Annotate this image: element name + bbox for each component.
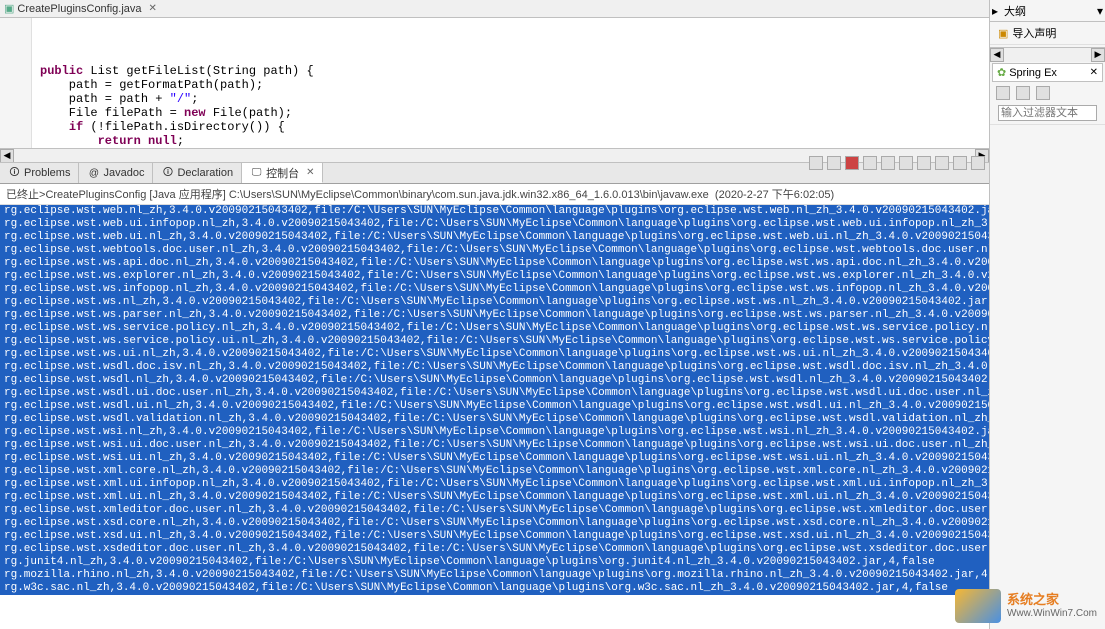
filter-input[interactable] bbox=[998, 105, 1097, 121]
console-line: rg.eclipse.wst.webtools.doc.user.nl_zh,3… bbox=[0, 244, 989, 257]
java-file-icon: ▣ bbox=[4, 2, 14, 15]
editor-tab[interactable]: ▣ CreatePluginsConfig.java ✕ bbox=[4, 2, 157, 15]
code-line: path = getFormatPath(path); bbox=[40, 78, 981, 92]
console-line: rg.eclipse.wst.ws.service.policy.nl_zh,3… bbox=[0, 322, 989, 335]
console-line: rg.eclipse.wst.ws.explorer.nl_zh,3.4.0.v… bbox=[0, 270, 989, 283]
remove-all-icon[interactable] bbox=[827, 156, 841, 170]
console-line: rg.eclipse.wst.xml.ui.infopop.nl_zh,3.4.… bbox=[0, 478, 989, 491]
code-line: if (!filePath.isDirectory()) { bbox=[40, 120, 981, 134]
tab-label: 控制台 bbox=[266, 165, 299, 181]
code-line: File filePath = new File(path); bbox=[40, 106, 981, 120]
console-line: rg.eclipse.wst.xml.core.nl_zh,3.4.0.v200… bbox=[0, 465, 989, 478]
console-line: rg.eclipse.wst.wsi.ui.nl_zh,3.4.0.v20090… bbox=[0, 452, 989, 465]
watermark-logo-icon bbox=[955, 589, 1001, 623]
maximize-icon[interactable] bbox=[971, 156, 985, 170]
terminate-text: CreatePluginsConfig [Java 应用程序] C:\Users… bbox=[45, 186, 708, 202]
watermark: 系统之家 Www.WinWin7.Com bbox=[955, 589, 1097, 623]
display-selected-icon[interactable] bbox=[917, 156, 931, 170]
tab-problems[interactable]: 🛈Problems bbox=[0, 163, 79, 183]
scroll-right-icon[interactable]: ▶ bbox=[1091, 48, 1105, 62]
chevron-right-icon[interactable]: ▸ bbox=[992, 4, 998, 18]
package-icon: ▣ bbox=[998, 27, 1008, 40]
close-icon[interactable]: ✕ bbox=[149, 3, 157, 14]
console-line: rg.eclipse.wst.wsdl.ui.doc.user.nl_zh,3.… bbox=[0, 387, 989, 400]
close-icon[interactable]: ✕ bbox=[1090, 67, 1098, 78]
clear-console-icon[interactable] bbox=[863, 156, 877, 170]
open-console-icon[interactable] bbox=[935, 156, 949, 170]
console-line: rg.eclipse.wst.xmleditor.doc.user.nl_zh,… bbox=[0, 504, 989, 517]
import-decl-item[interactable]: ▣ 导入声明 bbox=[990, 22, 1105, 45]
remove-launch-icon[interactable] bbox=[809, 156, 823, 170]
scroll-left-icon[interactable]: ◀ bbox=[0, 149, 14, 163]
console-line: rg.eclipse.wst.wsdl.validation.nl_zh,3.4… bbox=[0, 413, 989, 426]
tab-控制台[interactable]: 🖵控制台 ✕ bbox=[242, 163, 323, 183]
right-side-pane: ▸ 大纲 ▾ ▣ 导入声明 ◀ ▶ ✿ Spring Ex ✕ bbox=[990, 0, 1105, 629]
watermark-url: Www.WinWin7.Com bbox=[1007, 608, 1097, 619]
spring-label: Spring Ex bbox=[1009, 67, 1057, 79]
console-line: rg.eclipse.wst.web.ui.infopop.nl_zh,3.4.… bbox=[0, 218, 989, 231]
close-icon[interactable]: ✕ bbox=[306, 167, 314, 178]
link-icon[interactable] bbox=[1016, 86, 1030, 100]
console-output[interactable]: rg.eclipse.wst.web.nl_zh,3.4.0.v20090215… bbox=[0, 205, 989, 629]
code-editor[interactable]: public List getFileList(String path) { p… bbox=[0, 18, 989, 148]
spring-toolbar bbox=[990, 84, 1105, 102]
editor-gutter bbox=[0, 18, 32, 148]
code-line: path = path + "/"; bbox=[40, 92, 981, 106]
tab-declaration[interactable]: 🛈Declaration bbox=[153, 163, 242, 183]
console-line: rg.mozilla.rhino.nl_zh,3.4.0.v2009021504… bbox=[0, 569, 989, 582]
console-line: rg.eclipse.wst.wsdl.ui.nl_zh,3.4.0.v2009… bbox=[0, 400, 989, 413]
console-line: rg.eclipse.wst.ws.nl_zh,3.4.0.v200902150… bbox=[0, 296, 989, 309]
console-line: rg.eclipse.wst.wsi.nl_zh,3.4.0.v20090215… bbox=[0, 426, 989, 439]
minimize-icon[interactable] bbox=[953, 156, 967, 170]
console-line: rg.junit4.nl_zh,3.4.0.v20090215043402,fi… bbox=[0, 556, 989, 569]
console-launch-info: 已终止> CreatePluginsConfig [Java 应用程序] C:\… bbox=[0, 184, 989, 205]
pin-console-icon[interactable] bbox=[899, 156, 913, 170]
tab-label: Javadoc bbox=[103, 167, 144, 179]
console-line: rg.eclipse.wst.ws.parser.nl_zh,3.4.0.v20… bbox=[0, 309, 989, 322]
scroll-track[interactable] bbox=[1004, 48, 1091, 62]
console-line: rg.eclipse.wst.xsd.ui.nl_zh,3.4.0.v20090… bbox=[0, 530, 989, 543]
tab-label: Problems bbox=[24, 167, 70, 179]
tab-icon: 🖵 bbox=[250, 166, 263, 179]
collapse-icon[interactable] bbox=[996, 86, 1010, 100]
console-line: rg.eclipse.wst.web.nl_zh,3.4.0.v20090215… bbox=[0, 205, 989, 218]
terminate-icon[interactable] bbox=[845, 156, 859, 170]
code-line: public List getFileList(String path) { bbox=[40, 64, 981, 78]
console-line: rg.eclipse.wst.wsdl.doc.isv.nl_zh,3.4.0.… bbox=[0, 361, 989, 374]
tab-icon: 🛈 bbox=[8, 167, 21, 180]
tab-label: Declaration bbox=[177, 167, 233, 179]
console-line: rg.eclipse.wst.xml.ui.nl_zh,3.4.0.v20090… bbox=[0, 491, 989, 504]
console-line: rg.eclipse.wst.ws.api.doc.nl_zh,3.4.0.v2… bbox=[0, 257, 989, 270]
tab-icon: @ bbox=[87, 167, 100, 180]
terminate-timestamp: (2020-2-27 下午6:02:05) bbox=[715, 186, 834, 202]
spring-icon: ✿ bbox=[997, 66, 1006, 79]
spring-explorer-tab[interactable]: ✿ Spring Ex ✕ bbox=[992, 63, 1103, 82]
editor-tab-title: CreatePluginsConfig.java bbox=[17, 3, 141, 15]
filter-input-row bbox=[990, 102, 1105, 125]
console-toolbar bbox=[809, 156, 985, 170]
scroll-left-icon[interactable]: ◀ bbox=[990, 48, 1004, 62]
outline-label: 大纲 bbox=[1004, 3, 1091, 19]
console-line: rg.eclipse.wst.wsi.ui.doc.user.nl_zh,3.4… bbox=[0, 439, 989, 452]
outline-toolbar: ▸ 大纲 ▾ bbox=[990, 0, 1105, 22]
terminate-prefix: 已终止> bbox=[6, 186, 45, 202]
console-line: rg.eclipse.wst.xsd.core.nl_zh,3.4.0.v200… bbox=[0, 517, 989, 530]
console-line: rg.w3c.sac.nl_zh,3.4.0.v20090215043402,f… bbox=[0, 582, 989, 595]
import-label: 导入声明 bbox=[1012, 25, 1056, 41]
console-line: rg.eclipse.wst.ws.ui.nl_zh,3.4.0.v200902… bbox=[0, 348, 989, 361]
scroll-lock-icon[interactable] bbox=[881, 156, 895, 170]
console-line: rg.eclipse.wst.ws.infopop.nl_zh,3.4.0.v2… bbox=[0, 283, 989, 296]
console-line: rg.eclipse.wst.web.ui.nl_zh,3.4.0.v20090… bbox=[0, 231, 989, 244]
console-line: rg.eclipse.wst.xsdeditor.doc.user.nl_zh,… bbox=[0, 543, 989, 556]
editor-tab-bar: ▣ CreatePluginsConfig.java ✕ bbox=[0, 0, 989, 18]
console-line: rg.eclipse.wst.wsdl.nl_zh,3.4.0.v2009021… bbox=[0, 374, 989, 387]
console-line: rg.eclipse.wst.ws.service.policy.ui.nl_z… bbox=[0, 335, 989, 348]
watermark-title: 系统之家 bbox=[1007, 593, 1097, 607]
dropdown-icon[interactable]: ▾ bbox=[1097, 4, 1103, 18]
menu-icon[interactable] bbox=[1036, 86, 1050, 100]
code-line: return null; bbox=[40, 134, 981, 148]
tab-javadoc[interactable]: @Javadoc bbox=[79, 163, 153, 183]
outline-scrollbar[interactable]: ◀ ▶ bbox=[990, 47, 1105, 61]
tab-icon: 🛈 bbox=[161, 167, 174, 180]
